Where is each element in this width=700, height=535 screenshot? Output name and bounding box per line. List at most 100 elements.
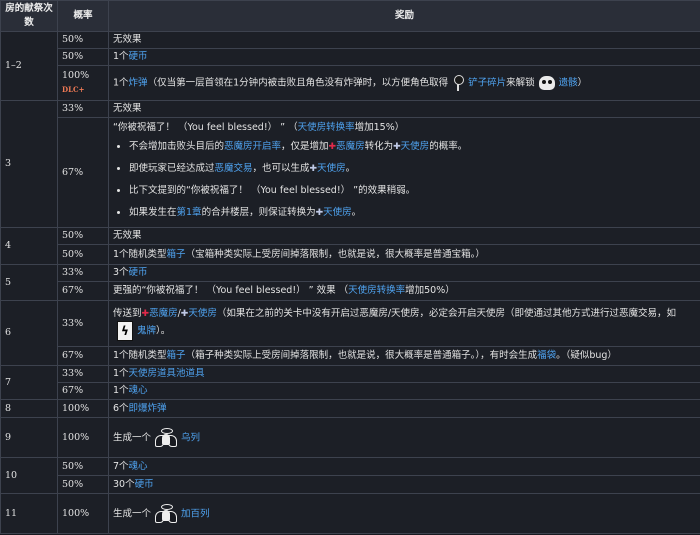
reward: 无效果 [108, 227, 700, 245]
table-row: 100% DLC+ 1个炸弹（仅当第一层首领在1分钟内被击败且角色没有炸弹时，以方… [1, 65, 700, 101]
probability: 33% [57, 300, 109, 347]
angel-chance-link[interactable]: 天使房转换率 [298, 122, 355, 133]
table-row: 4 50% 无效果 [0, 227, 700, 265]
troll-bomb-link[interactable]: 即爆炸弹 [129, 403, 167, 414]
sacrifice-count: 7 [0, 365, 58, 400]
penny-link[interactable]: 硬币 [129, 267, 148, 278]
table-row: 50% 1个随机类型箱子（宝箱种类实际上受房间掉落限制，也就是说，很大概率是普通… [1, 244, 700, 265]
devil-open-chance-link[interactable]: 恶魔房开启率 [224, 141, 281, 152]
blessed-notes: 不会增加击败头目后的恶魔房开启率，仅是增加✚恶魔房转化为✚天使房的概率。 即使玩… [113, 136, 696, 224]
devil-room-link[interactable]: 恶魔房 [336, 141, 365, 152]
sacrifice-count: 11 [0, 493, 58, 534]
sacrifice-count: 3 [0, 100, 58, 228]
chest-link[interactable]: 箱子 [167, 350, 186, 361]
table-row: 11 100% 生成一个 加百列 [0, 493, 700, 534]
probability: 67% [57, 281, 109, 301]
sacrifice-count: 5 [0, 264, 58, 301]
reward: 1个随机类型箱子（箱子种类实际上受房间掉落限制，也就是说，很大概率是普通箱子。）… [108, 346, 700, 366]
sacrifice-count: 9 [0, 417, 58, 458]
red-heart-icon: ✚ [141, 308, 150, 319]
grab-bag-link[interactable]: 福袋 [537, 350, 556, 361]
probability: 100% [57, 493, 109, 534]
list-item: 即使玩家已经达成过恶魔交易，也可以生成✚天使房。 [129, 158, 696, 180]
table-row: 3 33% 无效果 [0, 100, 700, 228]
angel-star-icon: ✚ [315, 208, 324, 218]
sacrifice-count: 10 [0, 457, 58, 494]
angel-room-link[interactable]: 天使房 [323, 207, 352, 218]
sacrifice-count: 6 [0, 300, 58, 366]
probability: 33% [57, 264, 109, 282]
table-row: 9 100% 生成一个 乌列 [0, 417, 700, 458]
reward: 1个炸弹（仅当第一层首领在1分钟内被击败且角色没有炸弹时，以方便角色取得 铲子碎片… [108, 65, 700, 101]
col-prob-header: 概率 [57, 0, 109, 32]
table-row: 10 50% 7个魂心 [0, 457, 700, 494]
probability: 33% [57, 365, 109, 383]
angel-item-pool-link[interactable]: 天使房道具池道具 [129, 368, 205, 379]
angel-icon [155, 503, 178, 524]
col-count-header: 房的献祭次数 [0, 0, 58, 32]
table-row: 67% 1个魂心 [1, 382, 700, 400]
list-item: 不会增加击败头目后的恶魔房开启率，仅是增加✚恶魔房转化为✚天使房的概率。 [129, 136, 696, 158]
probability: 100% DLC+ [57, 65, 109, 101]
reward: 1个天使房道具池道具 [108, 365, 700, 383]
chapter-1-link[interactable]: 第1章 [177, 207, 202, 218]
reward: 无效果 [108, 31, 700, 49]
dlc-badge: DLC+ [62, 85, 85, 94]
probability: 50% [57, 227, 109, 245]
devil-deal-link[interactable]: 恶魔交易 [215, 163, 253, 174]
sacrifice-room-table: 房的献祭次数 概率 奖励 1–2 50% 无效果 50% 1个硬币 100% DL… [0, 0, 700, 534]
reward: 1个魂心 [108, 382, 700, 400]
reward: 更强的“你被祝福了！ （You feel blessed!） ” 效果 （天使房… [108, 281, 700, 301]
reward: 6个即爆炸弹 [108, 399, 700, 418]
table-row: 50% 1个硬币 [1, 48, 700, 66]
sacrifice-count: 4 [0, 227, 58, 265]
probability: 100% [57, 417, 109, 458]
angel-room-link[interactable]: 天使房 [317, 163, 346, 174]
table-row: 67% 更强的“你被祝福了！ （You feel blessed!） ” 效果 … [1, 281, 700, 301]
gabriel-link[interactable]: 加百列 [181, 508, 210, 519]
col-reward-header: 奖励 [108, 0, 700, 32]
forgotten-link[interactable]: 遗骸 [559, 78, 578, 89]
penny-link[interactable]: 硬币 [129, 51, 148, 62]
probability: 50% [57, 457, 109, 476]
table-row: 5 33% 3个硬币 [0, 264, 700, 301]
uriel-link[interactable]: 乌列 [181, 432, 200, 443]
reward: “你被祝福了！ （You feel blessed!） ” （天使房转换率增加1… [108, 117, 700, 228]
list-item: 如果发生在第1章的合并楼层，则保证转换为✚天使房。 [129, 202, 696, 224]
blessed-heading: “你被祝福了！ （You feel blessed!） ” （天使房转换率增加1… [113, 122, 405, 133]
reward: 3个硬币 [108, 264, 700, 282]
angel-room-link[interactable]: 天使房 [188, 308, 217, 319]
table-row: 6 33% 传送到✚恶魔房/✚天使房（如果在之前的关卡中没有开启过恶魔房/天使房… [0, 300, 700, 366]
table-row: 50% 30个硬币 [1, 475, 700, 494]
devil-room-link[interactable]: 恶魔房 [149, 308, 178, 319]
key-icon [452, 75, 465, 91]
angel-icon [155, 427, 178, 448]
table-row: 7 33% 1个天使房道具池道具 [0, 365, 700, 400]
soul-heart-link[interactable]: 魂心 [129, 385, 148, 396]
angel-room-link[interactable]: 天使房 [401, 141, 430, 152]
probability: 67% [57, 117, 109, 228]
key-piece-link[interactable]: 铲子碎片 [468, 78, 506, 89]
probability: 67% [57, 346, 109, 366]
probability: 33% [57, 100, 109, 118]
angel-chance-link[interactable]: 天使房转换率 [348, 285, 405, 296]
sacrifice-count: 1–2 [0, 31, 58, 101]
joker-link[interactable]: 鬼牌 [137, 325, 156, 336]
probability: 67% [57, 382, 109, 400]
probability: 100% [57, 399, 109, 418]
table-row: 8 100% 6个即爆炸弹 [0, 399, 700, 418]
chest-link[interactable]: 箱子 [167, 249, 186, 260]
probability: 50% [57, 475, 109, 494]
list-item: 比下文提到的“你被祝福了！ （You feel blessed!） ”的效果稍弱… [129, 180, 696, 202]
soul-heart-link[interactable]: 魂心 [129, 461, 148, 472]
reward: 生成一个 乌列 [108, 417, 700, 458]
penny-link[interactable]: 硬币 [135, 479, 154, 490]
bomb-link[interactable]: 炸弹 [129, 78, 148, 89]
red-heart-icon: ✚ [328, 142, 337, 152]
joker-card-icon: ϟ [117, 320, 133, 341]
sacrifice-count: 8 [0, 399, 58, 418]
angel-star-icon: ✚ [393, 142, 401, 152]
table-header: 房的献祭次数 概率 奖励 [0, 0, 700, 32]
reward: 无效果 [108, 100, 700, 118]
probability: 50% [57, 48, 109, 66]
